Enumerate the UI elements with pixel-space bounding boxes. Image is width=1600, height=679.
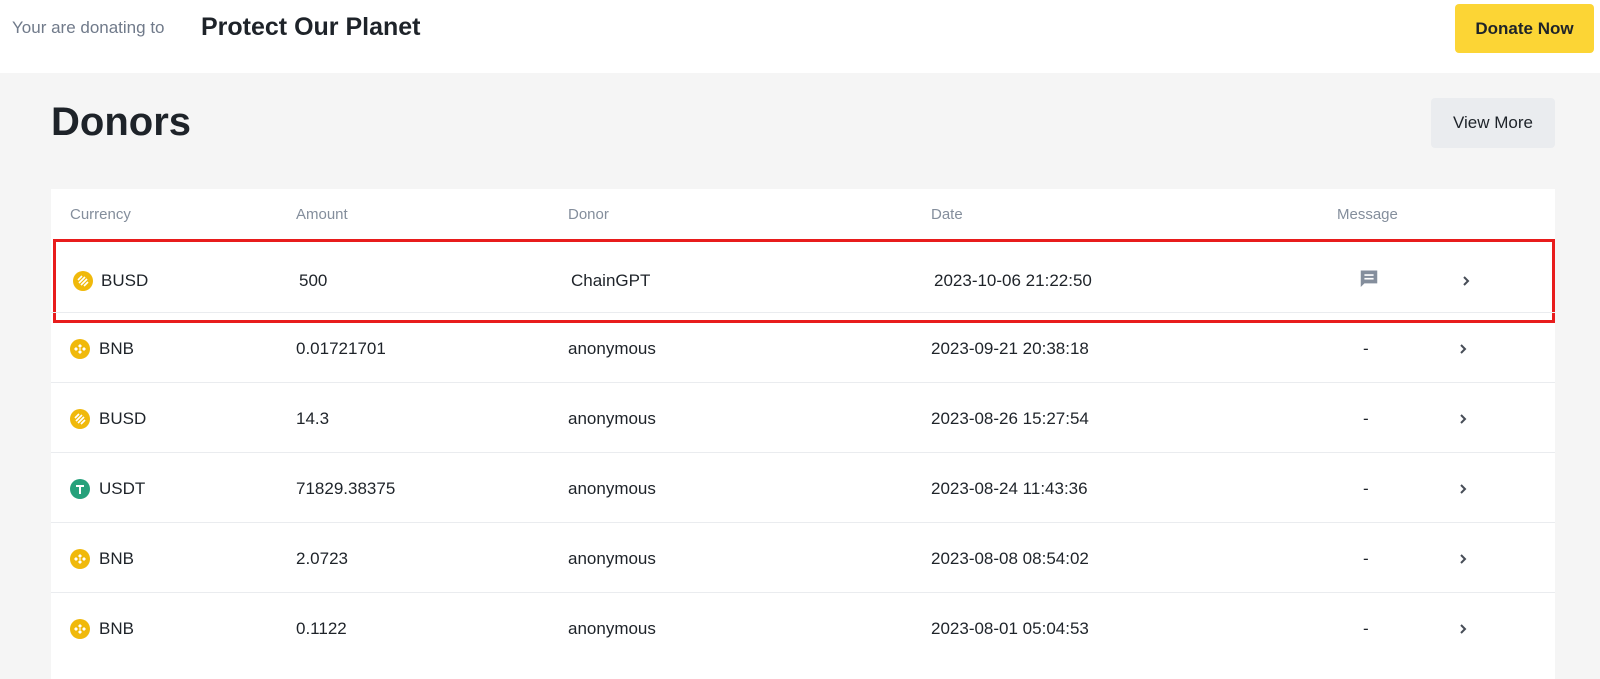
view-more-button[interactable]: View More <box>1431 98 1555 148</box>
date-cell: 2023-08-24 11:43:36 <box>931 478 1088 498</box>
chevron-right-icon[interactable] <box>1456 342 1470 356</box>
amount-cell: 500 <box>299 271 328 290</box>
chevron-right-icon[interactable] <box>1456 482 1470 496</box>
amount-cell: 2.0723 <box>296 548 348 568</box>
amount-cell: 14.3 <box>296 408 330 428</box>
date-cell: 2023-08-01 05:04:53 <box>931 618 1089 638</box>
currency-cell: BNB <box>99 338 134 358</box>
header-currency: Currency <box>70 206 131 223</box>
amount-cell: 0.01721701 <box>296 338 386 358</box>
table-row[interactable]: BNB 0.01721701 anonymous 2023-09-21 20:3… <box>51 312 1555 384</box>
top-bar: Your are donating to Protect Our Planet … <box>0 0 1600 73</box>
table-row[interactable]: BUSD 500 ChainGPT 2023-10-06 21:22:50 <box>53 239 1555 323</box>
campaign-title: Protect Our Planet <box>201 13 421 41</box>
amount-cell: 0.1122 <box>296 618 347 638</box>
currency-cell: BNB <box>99 548 134 568</box>
header-message: Message <box>1337 206 1398 223</box>
donor-cell: anonymous <box>568 408 656 428</box>
donate-now-button[interactable]: Donate Now <box>1455 4 1594 53</box>
table-row[interactable]: BUSD 14.3 anonymous 2023-08-26 15:27:54 … <box>51 382 1555 454</box>
table-row[interactable]: BNB 2.0723 anonymous 2023-08-08 08:54:02… <box>51 522 1555 594</box>
donor-cell: ChainGPT <box>571 271 651 290</box>
date-cell: 2023-09-21 20:38:18 <box>931 338 1089 358</box>
bnb-icon <box>70 548 90 569</box>
bnb-icon <box>70 338 90 359</box>
currency-cell: BUSD <box>101 271 149 290</box>
date-cell: 2023-10-06 21:22:50 <box>934 271 1092 290</box>
donor-cell: anonymous <box>568 338 656 358</box>
header-amount: Amount <box>296 206 348 223</box>
busd-icon <box>73 271 93 291</box>
message-icon[interactable] <box>1358 268 1380 290</box>
busd-icon <box>70 408 90 429</box>
chevron-right-icon[interactable] <box>1456 552 1470 566</box>
currency-cell: BUSD <box>99 408 147 428</box>
donor-cell: anonymous <box>568 618 656 638</box>
message-cell: - <box>1363 618 1369 638</box>
chevron-right-icon[interactable] <box>1456 622 1470 636</box>
usdt-icon <box>70 478 90 499</box>
table-row[interactable]: BNB 0.1122 anonymous 2023-08-01 05:04:53… <box>51 592 1555 664</box>
message-cell: - <box>1363 548 1369 568</box>
header-donor: Donor <box>568 206 609 223</box>
table-header: Currency Amount Donor Date Message <box>51 189 1555 239</box>
donor-cell: anonymous <box>568 478 656 498</box>
header-date: Date <box>931 206 963 223</box>
chevron-right-icon[interactable] <box>1456 412 1470 426</box>
message-cell: - <box>1363 478 1369 498</box>
page-title: Donors <box>51 100 191 144</box>
currency-cell: BNB <box>99 618 134 638</box>
amount-cell: 71829.38375 <box>296 478 396 498</box>
donor-cell: anonymous <box>568 548 656 568</box>
date-cell: 2023-08-08 08:54:02 <box>931 548 1089 568</box>
date-cell: 2023-08-26 15:27:54 <box>931 408 1089 428</box>
table-row[interactable]: USDT 71829.38375 anonymous 2023-08-24 11… <box>51 452 1555 524</box>
donating-to-label: Your are donating to <box>12 18 165 37</box>
chevron-right-icon[interactable] <box>1459 274 1473 288</box>
bnb-icon <box>70 618 90 639</box>
message-cell: - <box>1363 338 1369 358</box>
message-cell: - <box>1363 408 1369 428</box>
currency-cell: USDT <box>99 478 146 498</box>
donors-table: Currency Amount Donor Date Message BUSD … <box>51 189 1555 679</box>
